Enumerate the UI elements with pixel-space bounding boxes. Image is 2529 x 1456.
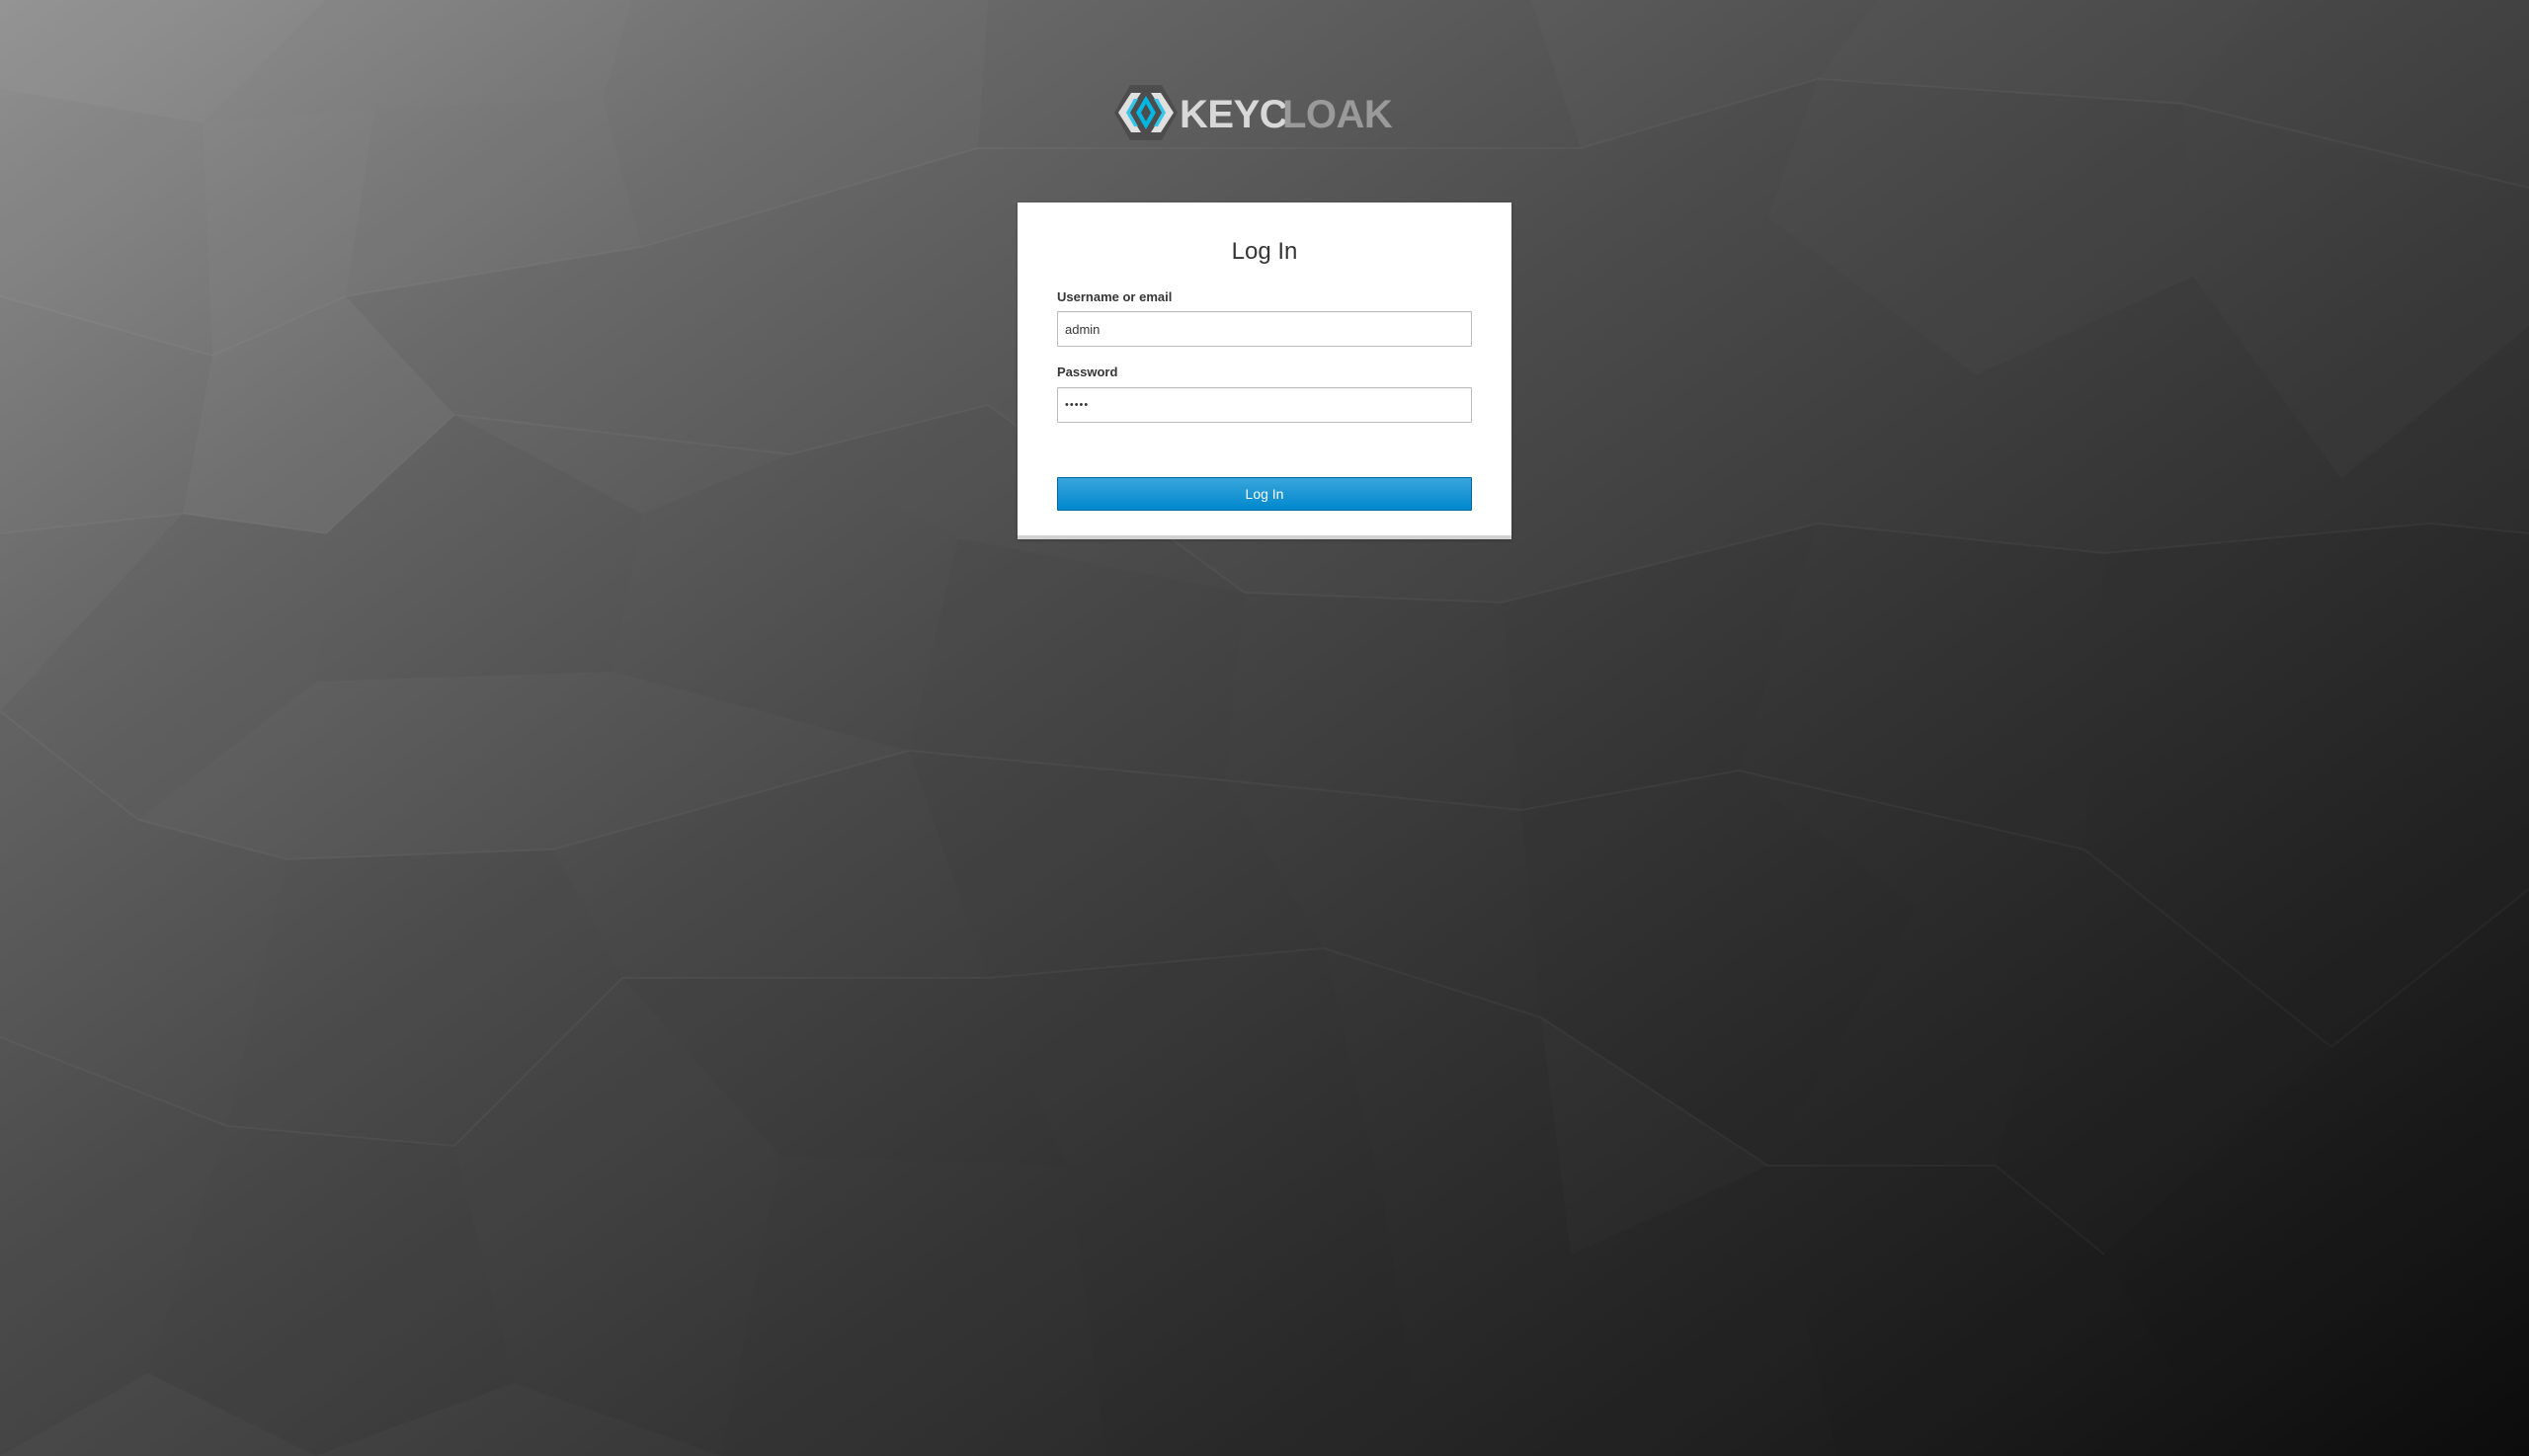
keycloak-hexagon-icon [1114, 85, 1178, 140]
password-input[interactable] [1057, 387, 1472, 423]
svg-text:LOAK: LOAK [1282, 93, 1393, 136]
username-input[interactable] [1057, 311, 1472, 347]
keycloak-logo: KEYC LOAK [1114, 85, 1393, 140]
password-label: Password [1057, 364, 1118, 379]
svg-text:KEYC: KEYC [1180, 93, 1287, 136]
username-label: Username or email [1057, 289, 1173, 304]
login-card: Log In Username or email Password Log In [1018, 202, 1511, 539]
login-button[interactable]: Log In [1057, 477, 1472, 511]
page-title: Log In [1231, 238, 1298, 265]
